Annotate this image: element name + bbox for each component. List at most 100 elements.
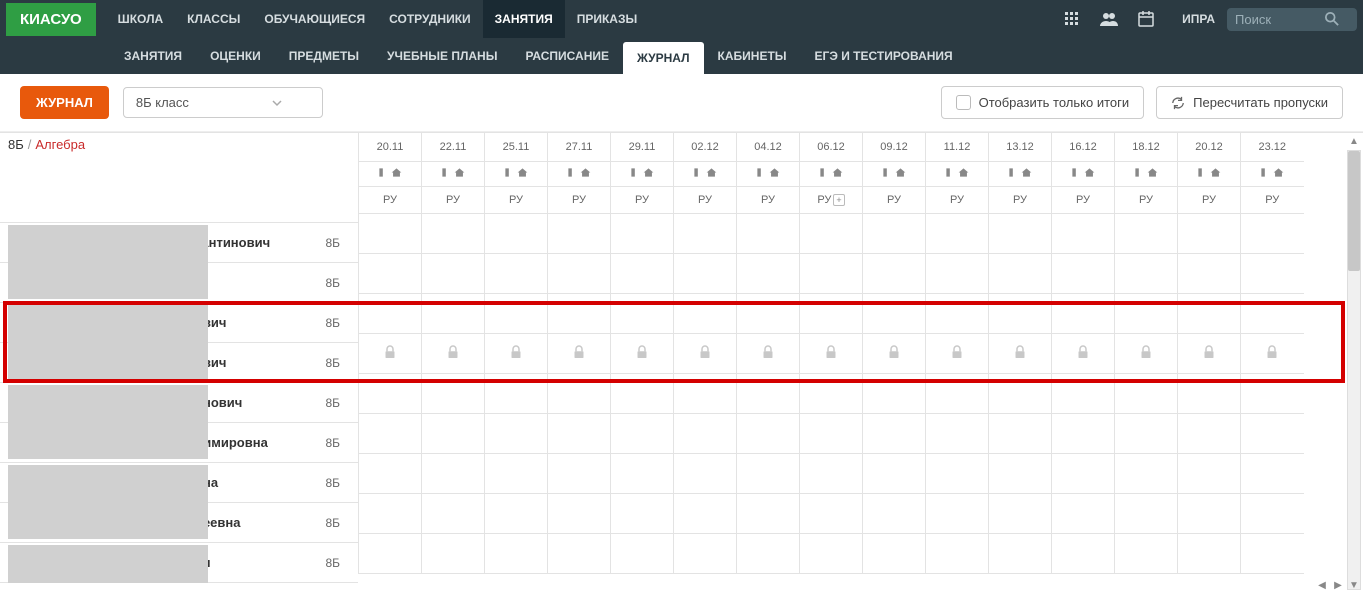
grade-cell[interactable] bbox=[800, 373, 863, 413]
grade-cell[interactable] bbox=[611, 333, 674, 373]
grade-cell[interactable] bbox=[989, 293, 1052, 333]
nav-item-0[interactable]: ШКОЛА bbox=[106, 0, 176, 38]
grade-cell[interactable] bbox=[1178, 253, 1241, 293]
vertical-scrollbar[interactable] bbox=[1347, 150, 1361, 590]
grade-cell[interactable] bbox=[737, 413, 800, 453]
grade-cell[interactable] bbox=[1178, 213, 1241, 253]
student-row[interactable]: ович8Б bbox=[0, 303, 358, 343]
grade-cell[interactable] bbox=[1115, 253, 1178, 293]
grade-cell[interactable] bbox=[548, 493, 611, 533]
grade-cell[interactable] bbox=[863, 413, 926, 453]
grade-cell[interactable] bbox=[989, 333, 1052, 373]
grade-cell[interactable] bbox=[674, 333, 737, 373]
nav-item-5[interactable]: ПРИКАЗЫ bbox=[565, 0, 650, 38]
grade-cell[interactable] bbox=[548, 413, 611, 453]
grade-cell[interactable] bbox=[737, 293, 800, 333]
nav-item-3[interactable]: СОТРУДНИКИ bbox=[377, 0, 483, 38]
grade-cell[interactable] bbox=[1115, 373, 1178, 413]
grade-cell[interactable] bbox=[926, 533, 989, 573]
grade-cell[interactable] bbox=[989, 213, 1052, 253]
grade-cell[interactable] bbox=[926, 453, 989, 493]
subnav-item-3[interactable]: УЧЕБНЫЕ ПЛАНЫ bbox=[373, 38, 511, 74]
grade-cell[interactable] bbox=[674, 493, 737, 533]
student-row[interactable]: тантинович8Б bbox=[0, 223, 358, 263]
grade-cell[interactable] bbox=[1052, 413, 1115, 453]
grade-cell[interactable] bbox=[548, 373, 611, 413]
grade-cell[interactable] bbox=[422, 213, 485, 253]
grade-cell[interactable] bbox=[1241, 293, 1304, 333]
grade-cell[interactable] bbox=[1178, 293, 1241, 333]
grade-cell[interactable] bbox=[800, 213, 863, 253]
student-row[interactable]: инович8Б bbox=[0, 383, 358, 423]
grade-cell[interactable] bbox=[485, 533, 548, 573]
grade-cell[interactable] bbox=[674, 453, 737, 493]
grade-cell[interactable] bbox=[359, 413, 422, 453]
grade-cell[interactable] bbox=[422, 493, 485, 533]
nav-item-ipra[interactable]: ИПРА bbox=[1170, 12, 1227, 26]
grade-cell[interactable] bbox=[359, 333, 422, 373]
grade-cell[interactable] bbox=[1115, 293, 1178, 333]
subnav-item-0[interactable]: ЗАНЯТИЯ bbox=[110, 38, 196, 74]
grade-cell[interactable] bbox=[1241, 493, 1304, 533]
grade-cell[interactable] bbox=[737, 533, 800, 573]
grade-cell[interactable] bbox=[863, 253, 926, 293]
grade-cell[interactable] bbox=[926, 413, 989, 453]
scroll-right-arrow[interactable]: ▶ bbox=[1331, 578, 1345, 592]
grade-cell[interactable] bbox=[359, 213, 422, 253]
grade-cell[interactable] bbox=[863, 293, 926, 333]
grade-cell[interactable] bbox=[926, 293, 989, 333]
search-input[interactable] bbox=[1235, 12, 1325, 27]
grade-cell[interactable] bbox=[800, 453, 863, 493]
grade-cell[interactable] bbox=[359, 293, 422, 333]
people-icon[interactable] bbox=[1090, 11, 1128, 27]
grade-cell[interactable] bbox=[485, 493, 548, 533]
subnav-item-1[interactable]: ОЦЕНКИ bbox=[196, 38, 275, 74]
show-totals-toggle[interactable]: Отобразить только итоги bbox=[941, 86, 1145, 119]
grade-cell[interactable] bbox=[485, 253, 548, 293]
grade-cell[interactable] bbox=[1052, 533, 1115, 573]
grade-cell[interactable] bbox=[359, 533, 422, 573]
grade-cell[interactable] bbox=[926, 333, 989, 373]
grade-cell[interactable] bbox=[548, 213, 611, 253]
grade-cell[interactable] bbox=[1052, 213, 1115, 253]
grade-cell[interactable] bbox=[1052, 373, 1115, 413]
grade-cell[interactable] bbox=[926, 373, 989, 413]
grade-cell[interactable] bbox=[1115, 453, 1178, 493]
grade-cell[interactable] bbox=[989, 253, 1052, 293]
grade-cell[interactable] bbox=[485, 333, 548, 373]
grade-cell[interactable] bbox=[863, 493, 926, 533]
grade-cell[interactable] bbox=[485, 453, 548, 493]
grade-cell[interactable] bbox=[926, 253, 989, 293]
recalc-button[interactable]: Пересчитать пропуски bbox=[1156, 86, 1343, 119]
grade-cell[interactable] bbox=[611, 253, 674, 293]
journal-button[interactable]: ЖУРНАЛ bbox=[20, 86, 109, 119]
grade-cell[interactable] bbox=[989, 453, 1052, 493]
grade-cell[interactable] bbox=[863, 373, 926, 413]
grade-cell[interactable] bbox=[800, 493, 863, 533]
grade-cell[interactable] bbox=[737, 493, 800, 533]
grade-cell[interactable] bbox=[1178, 373, 1241, 413]
subnav-item-4[interactable]: РАСПИСАНИЕ bbox=[511, 38, 623, 74]
grade-cell[interactable] bbox=[863, 213, 926, 253]
grade-cell[interactable] bbox=[926, 493, 989, 533]
grade-cell[interactable] bbox=[1178, 533, 1241, 573]
grade-cell[interactable] bbox=[548, 453, 611, 493]
grade-cell[interactable] bbox=[422, 453, 485, 493]
student-row[interactable]: вна8Б bbox=[0, 463, 358, 503]
grade-cell[interactable] bbox=[548, 533, 611, 573]
grade-cell[interactable] bbox=[422, 373, 485, 413]
grade-cell[interactable] bbox=[611, 373, 674, 413]
grade-cell[interactable] bbox=[359, 453, 422, 493]
grade-cell[interactable] bbox=[422, 533, 485, 573]
grade-cell[interactable] bbox=[422, 413, 485, 453]
grade-cell[interactable] bbox=[1052, 333, 1115, 373]
grade-cell[interactable] bbox=[1241, 413, 1304, 453]
grade-cell[interactable] bbox=[548, 253, 611, 293]
grade-cell[interactable] bbox=[737, 373, 800, 413]
grade-cell[interactable] bbox=[1178, 333, 1241, 373]
grade-cell[interactable] bbox=[611, 453, 674, 493]
scroll-down-arrow[interactable]: ▼ bbox=[1347, 578, 1361, 592]
grade-cell[interactable] bbox=[1115, 493, 1178, 533]
grade-cell[interactable] bbox=[1115, 533, 1178, 573]
nav-item-1[interactable]: КЛАССЫ bbox=[175, 0, 252, 38]
